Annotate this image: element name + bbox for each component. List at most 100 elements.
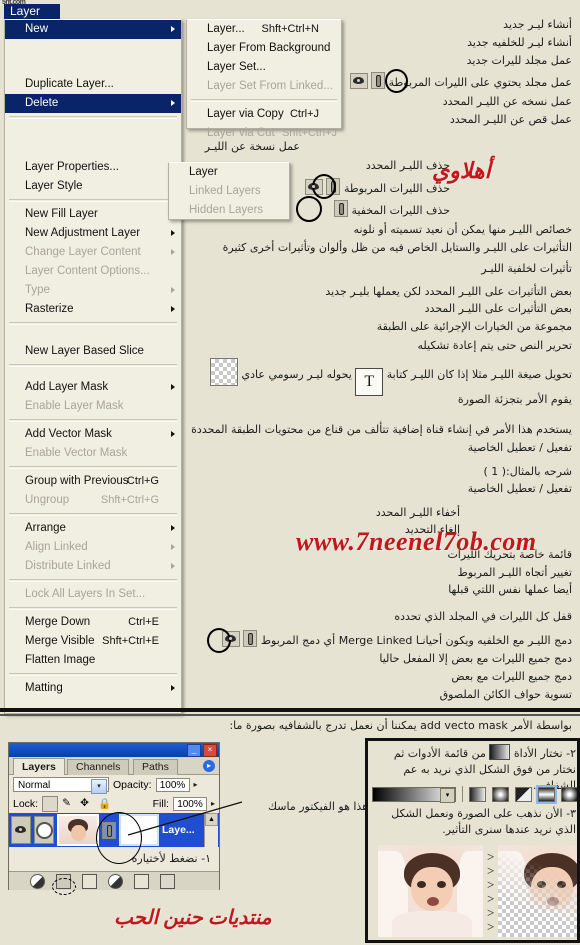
annotation-lock-all-layers: قفل كل الليرات في المجلد الذي تحدده	[394, 610, 572, 623]
annotation-new-layer-based-slice: يقوم الأمر بتجزئة الصورة	[457, 393, 572, 406]
linear-gradient-icon[interactable]	[469, 786, 486, 802]
eye-icon	[349, 73, 368, 89]
photo-before	[378, 845, 483, 937]
annotation-text: دمج الليـر مع الخلفيه ويكون أحيانـا Merg…	[260, 634, 572, 647]
lock-paint-icon[interactable]: ✎	[62, 797, 76, 811]
palette-menu-icon[interactable]: ▸	[203, 760, 215, 772]
layer-style-icon[interactable]	[29, 873, 45, 889]
tutorial-step2-b: من قائمة الأدوات ثم	[393, 747, 486, 760]
layer-mask-indicator[interactable]	[34, 816, 54, 844]
annotation-layer-set: عمل مجلد لليرات جديد	[466, 54, 572, 67]
tab-channels[interactable]: Channels	[67, 759, 130, 775]
palette-resize-grip[interactable]	[186, 875, 199, 888]
annotation-flatten-image: دمج جميع الليرات مع بعض	[451, 670, 572, 683]
palette-titlebar[interactable]: _ ×	[9, 743, 219, 757]
tutorial-intro: بواسطة الأمر add vecto mask يمكننا أن نع…	[229, 719, 572, 732]
tutorial-example-images: > > > > > >	[378, 845, 580, 937]
annotation-layer-content-options: مجموعة من الخيارات الإجرائية على الطبقة	[376, 320, 572, 333]
chevron-right-icon: >	[487, 904, 495, 920]
annotation-delete-linked-layers: حذف الليرات المربوطة	[0, 178, 450, 196]
delete-layer-trash-icon[interactable]	[159, 873, 175, 889]
tab-paths[interactable]: Paths	[133, 759, 178, 775]
palette-tabs: Layers Channels Paths ▸	[9, 757, 219, 775]
tutorial-step2-a: ٢- نختار الأداة	[513, 747, 576, 760]
palette-footer	[9, 871, 219, 890]
link-icon	[243, 630, 258, 647]
annotation-new-layer: أنشاء ليـر جديد	[503, 18, 572, 31]
minimize-button[interactable]: _	[187, 744, 201, 757]
tutorial-column-divider	[365, 738, 368, 943]
layer-visibility-toggle[interactable]	[11, 816, 31, 844]
eye-icon	[13, 823, 29, 837]
radial-gradient-icon[interactable]	[492, 786, 509, 802]
lock-all-icon[interactable]: 🔒	[98, 797, 112, 811]
gradient-options-bar: ▾	[372, 784, 578, 804]
chevron-right-icon: >	[487, 918, 495, 934]
text-layer-icon: T	[355, 368, 384, 396]
menubar-item-layer[interactable]: Layer	[4, 4, 60, 19]
annotation-add-vector-mask: شرحه بالمثال:( 1 )	[483, 465, 572, 478]
vector-mask-callout: هذا هو الفيكتور ماسك	[267, 800, 368, 813]
lock-transparency-icon[interactable]	[42, 795, 59, 812]
annotation-merge-down: دمج الليـر مع الخلفيه ويكون أحيانـا Merg…	[0, 630, 576, 648]
annotation-group-with-previous: أخفاء الليـر المحدد	[375, 506, 460, 519]
annotation-circle	[312, 174, 336, 199]
watermark-ahlawy: أهلاوي	[432, 158, 491, 183]
annotation-change-layer-content: بعض التأثيرات على الليـر المحدد	[424, 302, 572, 315]
annotation-merge-visible: دمج جميع الليرات مع بعض إلا المفعل حاليا	[379, 652, 572, 665]
annotation-new-fill-layer: تأثيرات لخلفية الليـر	[481, 262, 572, 275]
screenshot-root: 5nt.com Layer New Duplicate Layer... Del…	[0, 0, 580, 945]
link-icon	[334, 200, 349, 217]
chevron-down-icon[interactable]: ▾	[440, 787, 455, 803]
opacity-label: Opacity:	[113, 778, 152, 791]
watermark-forum: منتديات حنين الحب	[114, 907, 272, 929]
annotation-align-linked: تغيير أتجاه الليـر المربوط	[457, 566, 572, 579]
chevron-column: > > > > > >	[487, 850, 494, 933]
annotation-layer-style: التأثيرات على الليـر والستايل الخاص فيه …	[222, 241, 572, 254]
lock-move-icon[interactable]: ✥	[80, 797, 94, 811]
layer-thumbnail[interactable]	[57, 814, 99, 846]
lock-label: Lock:	[13, 797, 39, 810]
annotation-delete-layer: حذف الليـر المحدد	[365, 159, 450, 172]
tab-layers[interactable]: Layers	[13, 758, 65, 775]
chevron-right-icon: >	[487, 890, 495, 906]
link-icon	[371, 72, 386, 89]
annotation-delete-hidden-layers: حذف الليرات المخفية	[0, 200, 450, 218]
annotation-add-layer-mask: يستخدم هذا الأمر في إنشاء قناة إضافية تت…	[191, 423, 572, 436]
new-adjustment-layer-icon[interactable]	[107, 873, 123, 889]
annotation-text: تحويل صيغة الليـر مثلا إذا كان الليـر كت…	[386, 368, 572, 381]
annotation-circle	[385, 69, 408, 93]
reflected-gradient-icon[interactable]	[536, 784, 557, 804]
palette-window-buttons: _ ×	[187, 744, 217, 757]
annotation-distribute-linked: أيضا عملها نفس اللتي قبلها	[448, 583, 572, 596]
section-divider-thin	[0, 714, 580, 716]
annotation-layer-via-cut: عمل قص عن الليـر المحدد	[449, 113, 572, 126]
chevron-right-icon: >	[487, 848, 495, 864]
opacity-stepper-icon[interactable]: ▸	[194, 780, 198, 789]
annotation-circle	[296, 196, 322, 222]
close-button[interactable]: ×	[203, 744, 217, 757]
annotation-text: حذف الليرات المخفية	[351, 204, 450, 217]
annotation-type: تحرير النص حتى يتم إعادة تشكيله	[417, 339, 572, 352]
tutorial-top-border	[365, 738, 580, 741]
gradient-tool-icon	[489, 744, 511, 760]
photo-after	[498, 845, 580, 937]
watermark-site-url: www.7neenel7ob.com	[296, 527, 537, 556]
annotation-layer-via-copy: عمل نسخه عن الليـر المحدد	[442, 95, 572, 108]
blend-mode-select[interactable]: Normal ▾	[13, 777, 109, 794]
opacity-input[interactable]: 100%	[155, 777, 190, 792]
annotation-matting: تسوية حواف الكائن الملصوق	[439, 688, 572, 701]
angle-gradient-icon[interactable]	[515, 786, 532, 802]
gradient-preview-swatch[interactable]: ▾	[372, 786, 456, 803]
chevron-right-icon: >	[487, 862, 495, 878]
annotation-new-adjustment-layer: بعض التأثيرات على الليـر المحدد لكن يعمل…	[325, 285, 572, 298]
annotation-circle	[207, 628, 231, 653]
new-layer-icon[interactable]	[133, 873, 149, 889]
diamond-gradient-icon[interactable]	[561, 786, 578, 802]
chevron-down-icon[interactable]: ▾	[91, 779, 107, 794]
annotation-text: عمل مجلد يحتوي على الليرات المربوطة	[388, 76, 572, 89]
annotation-layer-set-from-linked: عمل مجلد يحتوي على الليرات المربوطة	[0, 72, 576, 90]
transparency-checker-icon	[210, 358, 239, 386]
blend-opacity-row: Normal ▾ Opacity: 100% ▸	[9, 775, 219, 794]
new-group-icon[interactable]	[81, 873, 97, 889]
